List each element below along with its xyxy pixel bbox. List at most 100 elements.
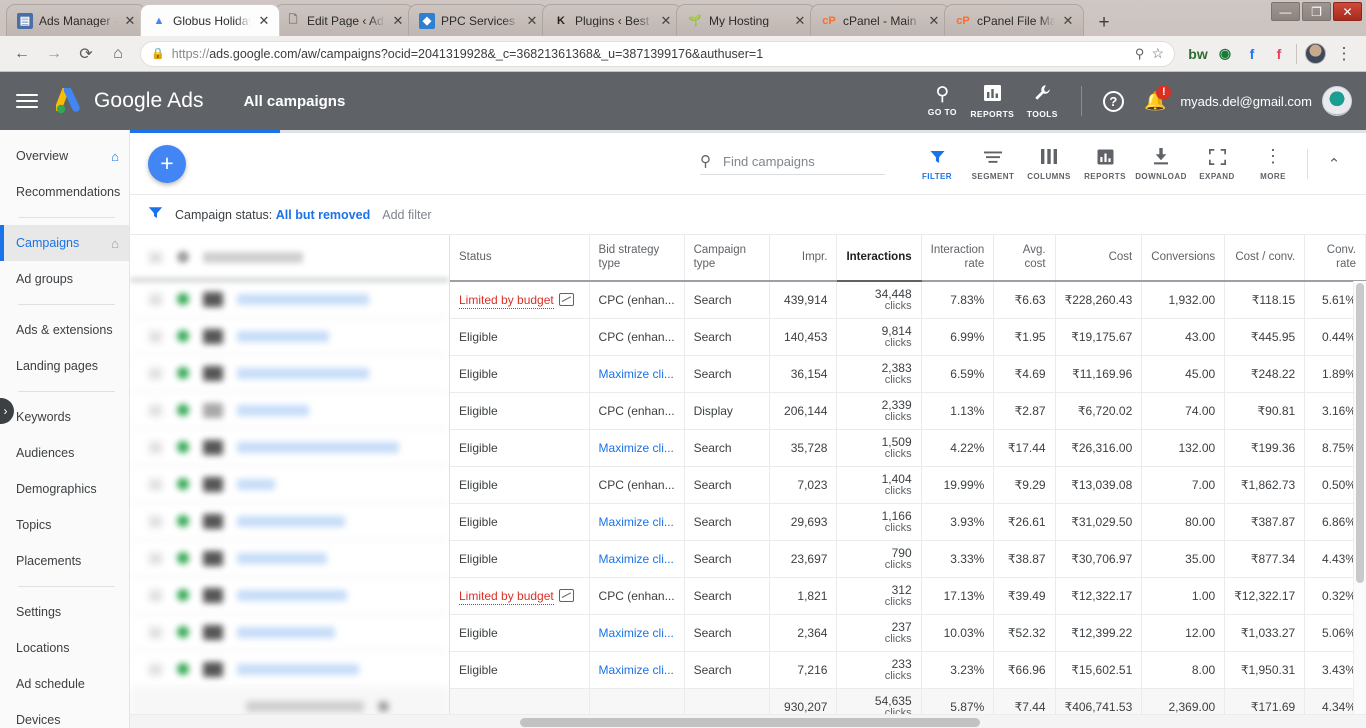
campaign-row[interactable] <box>130 577 449 614</box>
reload-icon[interactable]: ⟳ <box>72 40 100 68</box>
tab-close-icon[interactable]: ✕ <box>391 14 405 28</box>
download-button[interactable]: DOWNLOAD <box>1133 147 1189 181</box>
sidebar-item-ad-schedule[interactable]: Ad schedule <box>0 666 129 702</box>
sidebar-item-landing-pages[interactable]: Landing pages <box>0 348 129 384</box>
column-header-avg-cost[interactable]: Avg. cost <box>993 235 1056 282</box>
browser-tab[interactable]: cP cPanel - Main ✕ <box>810 4 950 36</box>
select-all-checkbox[interactable] <box>148 249 163 265</box>
campaign-row[interactable] <box>130 429 449 466</box>
kebab-menu-icon[interactable]: ⋮ <box>1330 40 1358 68</box>
sidebar-item-ads-extensions[interactable]: Ads & extensions <box>0 312 129 348</box>
column-header-conversions[interactable]: Conversions <box>1141 235 1226 282</box>
table-row[interactable]: Eligible CPC (enhan... Search 140,453 9,814 c… <box>450 318 1366 356</box>
sidebar-item-locations[interactable]: Locations <box>0 630 129 666</box>
table-row[interactable]: Limited by budget CPC (enhan... Search 1,82… <box>450 577 1366 615</box>
sidebar-item-keywords[interactable]: Keywords <box>0 399 129 435</box>
bid-strategy-value[interactable]: Maximize cli... <box>599 515 674 529</box>
campaign-row[interactable] <box>130 281 449 318</box>
vertical-scrollbar-thumb[interactable] <box>1356 283 1364 583</box>
header-tools-button[interactable]: TOOLS <box>1017 83 1067 119</box>
account-avatar[interactable] <box>1322 86 1352 116</box>
address-bar[interactable]: 🔒 https://ads.google.com/aw/campaigns?oc… <box>140 40 1175 67</box>
browser-tab[interactable]: ◆ PPC Services De ✕ <box>408 4 548 36</box>
campaign-name[interactable] <box>237 478 275 490</box>
search-icon[interactable]: ⚲ <box>1135 46 1145 62</box>
star-icon[interactable]: ☆ <box>1151 45 1164 62</box>
column-header-interaction-rate[interactable]: Interaction rate <box>921 235 995 282</box>
sidebar-item-recommendations[interactable]: Recommendations <box>0 174 129 210</box>
vertical-scrollbar[interactable] <box>1353 281 1366 714</box>
sidebar-item-audiences[interactable]: Audiences <box>0 435 129 471</box>
bid-strategy-value[interactable]: Maximize cli... <box>599 626 674 640</box>
sidebar-item-demographics[interactable]: Demographics <box>0 471 129 507</box>
chart-icon[interactable] <box>558 292 574 306</box>
campaign-row[interactable] <box>130 392 449 429</box>
google-ads-logo[interactable]: Google Ads <box>55 86 204 114</box>
sidebar-item-ad-groups[interactable]: Ad groups <box>0 261 129 297</box>
column-header-conv-rate[interactable]: Conv. rate <box>1304 235 1366 282</box>
tab-close-icon[interactable]: ✕ <box>927 14 941 28</box>
tab-close-icon[interactable]: ✕ <box>1061 14 1075 28</box>
notifications-button[interactable]: 🔔 ! <box>1138 84 1172 118</box>
campaign-name[interactable] <box>237 515 345 527</box>
row-checkbox[interactable] <box>148 513 163 529</box>
browser-tab[interactable]: ▤ Ads Manager - ✕ <box>6 4 146 36</box>
campaign-row[interactable] <box>130 651 449 688</box>
browser-tab[interactable]: ▲ Globus Holiday ✕ <box>140 4 280 36</box>
row-checkbox[interactable] <box>148 476 163 492</box>
horizontal-scrollbar-thumb[interactable] <box>520 718 980 727</box>
colorzilla-extension[interactable]: ◉ <box>1216 45 1234 63</box>
table-row[interactable]: Limited by budget CPC (enhan... Search 439,… <box>450 281 1366 319</box>
bid-strategy-value[interactable]: Maximize cli... <box>599 441 674 455</box>
row-checkbox[interactable] <box>148 328 163 344</box>
campaign-status-filter-chip[interactable]: Campaign status: All but removed <box>175 208 370 222</box>
table-row[interactable]: Eligible Maximize cli... Search 2,364 237 cli… <box>450 614 1366 652</box>
search-input[interactable] <box>723 153 885 169</box>
collapse-panel-button[interactable]: ⌃ <box>1316 155 1352 173</box>
window-close-button[interactable]: ✕ <box>1333 2 1362 21</box>
column-header-campaign-type[interactable]: Campaign type <box>684 235 771 282</box>
row-checkbox[interactable] <box>148 439 163 455</box>
filter-button[interactable]: FILTER <box>909 147 965 181</box>
row-checkbox[interactable] <box>148 624 163 640</box>
table-row[interactable]: Eligible Maximize cli... Search 36,154 2,383… <box>450 355 1366 393</box>
campaign-name[interactable] <box>237 441 399 453</box>
status-badge[interactable]: Limited by budget <box>459 588 554 605</box>
table-row[interactable]: Eligible CPC (enhan... Search 7,023 1,404 cli… <box>450 466 1366 504</box>
expand-button[interactable]: EXPAND <box>1189 147 1245 181</box>
facebook-tool-extension[interactable]: f <box>1270 45 1288 63</box>
row-checkbox[interactable] <box>148 587 163 603</box>
bid-strategy-value[interactable]: Maximize cli... <box>599 663 674 677</box>
columns-button[interactable]: COLUMNS <box>1021 147 1077 181</box>
campaign-name[interactable] <box>237 589 347 601</box>
campaign-name[interactable] <box>237 663 359 675</box>
campaign-row[interactable] <box>130 614 449 651</box>
sidebar-item-settings[interactable]: Settings <box>0 594 129 630</box>
column-header-status[interactable]: Status <box>450 235 590 282</box>
campaign-row[interactable] <box>130 503 449 540</box>
chart-icon[interactable] <box>558 588 574 602</box>
table-row[interactable]: Eligible Maximize cli... Search 23,697 790 cl… <box>450 540 1366 578</box>
row-checkbox[interactable] <box>148 402 163 418</box>
browser-profile-avatar[interactable] <box>1305 43 1326 64</box>
campaign-name[interactable] <box>237 367 369 379</box>
horizontal-scrollbar[interactable] <box>130 714 1366 728</box>
campaign-name[interactable] <box>237 626 335 638</box>
campaign-name[interactable] <box>237 330 329 342</box>
campaign-row[interactable] <box>130 466 449 503</box>
table-row[interactable]: Eligible CPC (enhan... Display 206,144 2,339… <box>450 392 1366 430</box>
header-reports-button[interactable]: REPORTS <box>967 84 1017 119</box>
tab-close-icon[interactable]: ✕ <box>123 14 137 28</box>
campaign-name[interactable] <box>237 293 369 305</box>
column-header-bid-strategy-type[interactable]: Bid strategy type <box>589 235 685 282</box>
tab-close-icon[interactable]: ✕ <box>257 14 271 28</box>
browser-tab[interactable]: K Plugins ‹ Best I ✕ <box>542 4 682 36</box>
row-checkbox[interactable] <box>148 550 163 566</box>
tab-close-icon[interactable]: ✕ <box>659 14 673 28</box>
sidebar-item-overview[interactable]: Overview ⌂ <box>0 138 129 174</box>
add-filter-button[interactable]: Add filter <box>382 208 431 222</box>
column-header-cost-per-conv[interactable]: Cost / conv. <box>1224 235 1306 282</box>
sidebar-item-topics[interactable]: Topics <box>0 507 129 543</box>
browser-tab[interactable]: cP cPanel File Man ✕ <box>944 4 1084 36</box>
tab-close-icon[interactable]: ✕ <box>525 14 539 28</box>
